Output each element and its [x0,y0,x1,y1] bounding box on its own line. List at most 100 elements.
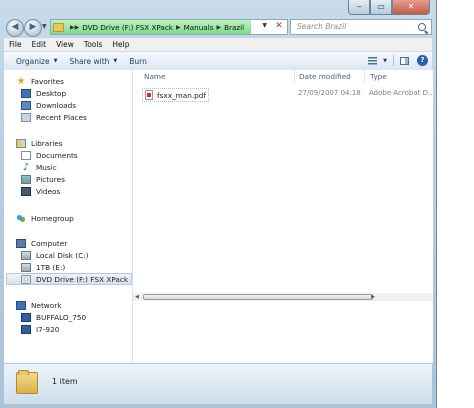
preview-pane-icon[interactable] [400,56,409,65]
nav-libraries-label: Libraries [31,138,63,148]
file-type: Adobe Acrobat D... [369,89,433,97]
nav-item-i7[interactable]: I7-920 [4,323,132,335]
documents-icon [21,150,31,160]
breadcrumb-dvd-drive[interactable]: DVD Drive (F:) FSX XPack [82,23,173,32]
scrollbar-thumb[interactable] [143,294,373,300]
search-icon[interactable] [418,23,426,31]
nav-item-desktop[interactable]: Desktop [4,87,132,99]
file-date-modified: 27/09/2007 04:18 [298,89,361,97]
nav-item-videos[interactable]: Videos [4,185,132,197]
menu-file[interactable]: File [4,40,27,49]
menu-view[interactable]: View [51,40,79,49]
nav-item-label: I7-920 [36,324,60,334]
toolbar-divider [393,55,394,66]
menu-tools[interactable]: Tools [79,40,107,49]
horizontal-scrollbar[interactable]: ◀ ▶ [133,293,433,301]
nav-libraries[interactable]: Libraries [4,137,132,149]
pdf-file-icon [145,90,153,100]
dvd-drive-icon [21,274,31,284]
network-computer-icon [21,312,31,322]
chevron-down-icon[interactable]: ▼ [383,58,387,64]
downloads-icon [21,100,31,110]
scroll-left-icon[interactable]: ◀ [135,294,139,300]
minimize-button[interactable]: ‒ [348,0,370,15]
search-placeholder: Search Brazil [297,22,347,31]
hard-disk-icon [21,262,31,272]
breadcrumb: ▶▶ DVD Drive (F:) FSX XPack ▶ Manuals ▶ … [53,21,244,33]
nav-network-label: Network [31,300,62,310]
window-controls: ‒ ▭ ✕ [348,0,430,15]
share-with-button[interactable]: Share with ▼ [63,57,123,66]
menu-bar: File Edit View Tools Help [4,38,432,51]
column-type[interactable]: Type [370,72,387,81]
nav-item-label: Documents [36,150,78,160]
help-icon[interactable]: ? [417,55,428,66]
homegroup-icon [16,213,26,223]
computer-group: Computer Local Disk (C:) 1TB (E:) DVD Dr… [4,237,132,285]
nav-item-label: Music [36,162,57,172]
address-dropdown-icon[interactable]: ▼ [262,22,267,29]
navigation-bar: ◀ ▶ ▼ ▶▶ DVD Drive (F:) FSX XPack ▶ Manu… [4,17,432,39]
command-bar: Organize ▼ Share with ▼ Burn ▼ ? [4,51,432,71]
file-name: fsxx_man.pdf [157,90,207,100]
scroll-right-icon[interactable]: ▶ [371,294,375,300]
organize-button[interactable]: Organize ▼ [10,57,63,66]
stop-icon[interactable]: ✕ [273,21,285,32]
back-button[interactable]: ◀ [6,19,24,37]
close-button[interactable]: ✕ [392,0,430,15]
menu-help[interactable]: Help [107,40,134,49]
menu-edit[interactable]: Edit [27,40,52,49]
recent-places-icon [21,112,31,122]
details-pane: 1 item [4,363,432,404]
view-controls: ▼ ? [368,53,428,68]
burn-button[interactable]: Burn [123,57,153,66]
nav-computer[interactable]: Computer [4,237,132,249]
nav-item-music[interactable]: ♪ Music [4,161,132,173]
chevron-right-icon[interactable]: ▶ [216,24,221,31]
nav-item-label: Desktop [36,88,67,98]
nav-item-label: Local Disk (C:) [36,250,89,260]
nav-item-documents[interactable]: Documents [4,149,132,161]
item-count: 1 item [52,377,78,386]
chevron-right-icon[interactable]: ▶ [176,24,181,31]
nav-network[interactable]: Network [4,299,132,311]
address-bar[interactable]: ▶▶ DVD Drive (F:) FSX XPack ▶ Manuals ▶ … [50,19,288,35]
nav-item-1tb[interactable]: 1TB (E:) [4,261,132,273]
computer-icon [16,238,26,248]
nav-homegroup[interactable]: Homegroup [4,212,132,224]
file-row[interactable]: fsxx_man.pdf 27/09/2007 04:18 Adobe Acro… [138,88,433,102]
column-divider[interactable] [294,70,295,83]
file-list: Name Date modified Type fsxx_man.pdf 27/… [133,70,433,363]
favorites-group: ★ Favorites Desktop Downloads Recent Pla… [4,75,132,123]
recent-pages-chevron-icon[interactable]: ▼ [42,23,47,30]
forward-button[interactable]: ▶ [24,19,42,37]
nav-favorites[interactable]: ★ Favorites [4,75,132,87]
view-icon[interactable] [368,56,378,65]
column-header: Name Date modified Type [133,70,433,83]
file-name-cell[interactable]: fsxx_man.pdf [142,88,210,102]
nav-item-label: BUFFALO_750 [36,312,87,322]
network-computer-icon [21,324,31,334]
hard-disk-icon [21,250,31,260]
nav-favorites-label: Favorites [31,76,64,86]
column-name[interactable]: Name [144,72,166,81]
column-date-modified[interactable]: Date modified [299,72,351,81]
column-divider[interactable] [364,70,365,83]
folder-icon [53,22,64,32]
nav-item-downloads[interactable]: Downloads [4,99,132,111]
organize-label: Organize [16,56,50,66]
nav-item-label: Downloads [36,100,77,110]
navigation-pane: ★ Favorites Desktop Downloads Recent Pla… [4,70,133,363]
nav-item-dvd-drive[interactable]: DVD Drive (F:) FSX XPack [6,273,132,285]
nav-item-label: Recent Places [36,112,87,122]
library-icon [16,138,26,148]
maximize-button[interactable]: ▭ [370,0,392,15]
search-input[interactable]: Search Brazil [290,19,432,35]
breadcrumb-manuals[interactable]: Manuals [184,23,214,32]
chevron-right-icon[interactable]: ▶▶ [70,24,79,31]
nav-item-local-disk[interactable]: Local Disk (C:) [4,249,132,261]
nav-item-buffalo[interactable]: BUFFALO_750 [4,311,132,323]
breadcrumb-brazil[interactable]: Brazil [224,23,244,32]
nav-item-recent-places[interactable]: Recent Places [4,111,132,123]
nav-item-pictures[interactable]: Pictures [4,173,132,185]
